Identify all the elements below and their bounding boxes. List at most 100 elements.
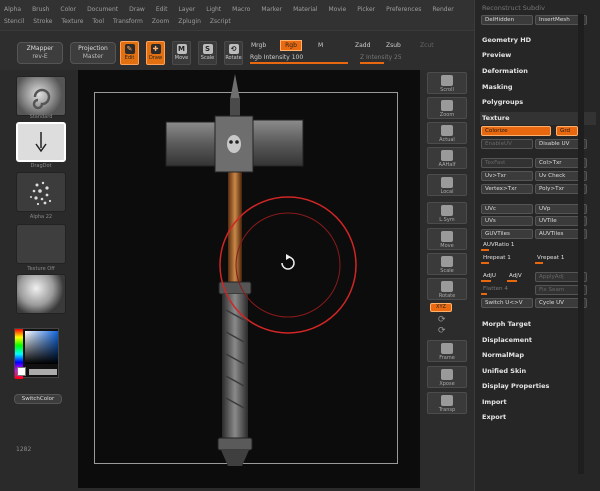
menu-draw[interactable]: Draw bbox=[129, 6, 145, 13]
hammer-model bbox=[165, 74, 357, 466]
scale-icon: S bbox=[202, 44, 213, 54]
secondary-color-swatch[interactable] bbox=[29, 369, 57, 375]
flatten-slider[interactable]: Flatten 4 bbox=[481, 285, 533, 295]
scale-view-button[interactable]: Scale bbox=[427, 253, 467, 275]
aahalf-button[interactable]: AAHalf bbox=[427, 147, 467, 169]
focal-shift-circle bbox=[235, 212, 341, 318]
lsym-label: L.Sym bbox=[439, 217, 455, 223]
skull-ornament bbox=[227, 135, 241, 153]
m-toggle[interactable]: M bbox=[318, 42, 323, 49]
menu-zscript[interactable]: Zscript bbox=[210, 18, 231, 25]
adjv-slider[interactable]: AdjV bbox=[507, 272, 531, 282]
menu-layer[interactable]: Layer bbox=[178, 6, 195, 13]
switch-color-button[interactable]: SwitchColor bbox=[14, 394, 62, 404]
zcut-toggle[interactable]: Zcut bbox=[420, 42, 434, 49]
scroll-button[interactable]: Scroll bbox=[427, 72, 467, 94]
zmapper-button[interactable]: ZMapper rev-E bbox=[17, 42, 63, 64]
top-shelf: ZMapper rev-E Projection Master ✎ Edit ✚… bbox=[0, 30, 474, 70]
brush-thumbnail[interactable] bbox=[16, 76, 66, 116]
guvtiles-button[interactable]: GUVTiles bbox=[481, 229, 533, 239]
menu-render[interactable]: Render bbox=[432, 6, 453, 13]
local-button[interactable]: Local bbox=[427, 174, 467, 196]
menu-texture[interactable]: Texture bbox=[61, 18, 83, 25]
texture-label: Texture Off bbox=[27, 266, 55, 272]
draw-icon: ✚ bbox=[150, 44, 161, 54]
menu-marker[interactable]: Marker bbox=[261, 6, 282, 13]
saturation-square[interactable] bbox=[25, 331, 58, 364]
left-tray: Standard DragDot Alpha 22 Texture Off Fa… bbox=[0, 70, 78, 491]
menu-macro[interactable]: Macro bbox=[232, 6, 250, 13]
menu-picker[interactable]: Picker bbox=[357, 6, 375, 13]
uvc-button[interactable]: UVc bbox=[481, 204, 533, 214]
frame-label: Frame bbox=[439, 355, 455, 361]
menu-color[interactable]: Color bbox=[60, 6, 76, 13]
scale-view-icon bbox=[441, 256, 453, 267]
texfast-button[interactable]: TexFast bbox=[481, 158, 533, 168]
main-color-swatch[interactable] bbox=[17, 367, 26, 376]
z-intensity-label: Z Intensity 25 bbox=[360, 54, 402, 61]
menu-zplugin[interactable]: Zplugin bbox=[178, 18, 201, 25]
rotation-axis-icon-2[interactable]: ⟳ bbox=[438, 326, 446, 336]
mrgb-toggle[interactable]: Mrgb bbox=[251, 42, 266, 49]
zadd-toggle[interactable]: Zadd bbox=[355, 42, 370, 49]
frame-button[interactable]: Frame bbox=[427, 340, 467, 362]
move-view-button[interactable]: Move bbox=[427, 228, 467, 250]
menu-zoom[interactable]: Zoom bbox=[152, 18, 169, 25]
actual-button[interactable]: Actual bbox=[427, 122, 467, 144]
menu-transform[interactable]: Transform bbox=[113, 18, 143, 25]
draw-button[interactable]: ✚ Draw bbox=[146, 41, 165, 65]
aahalf-label: AAHalf bbox=[438, 162, 456, 168]
menu-alpha[interactable]: Alpha bbox=[4, 6, 21, 13]
material-thumbnail[interactable] bbox=[16, 274, 66, 314]
menu-stencil[interactable]: Stencil bbox=[4, 18, 24, 25]
uvtotxr-button[interactable]: Uv>Txr bbox=[481, 171, 533, 181]
hrepeat-slider[interactable]: Hrepeat 1 bbox=[481, 254, 533, 264]
menu-stroke[interactable]: Stroke bbox=[33, 18, 52, 25]
menu-preferences[interactable]: Preferences bbox=[386, 6, 421, 13]
zsub-toggle[interactable]: Zsub bbox=[386, 42, 401, 49]
rotation-axis-icon[interactable]: ⟳ bbox=[438, 315, 446, 325]
menu-brush[interactable]: Brush bbox=[32, 6, 49, 13]
menu-tool[interactable]: Tool bbox=[92, 18, 104, 25]
alpha-thumbnail[interactable] bbox=[16, 172, 66, 212]
adju-slider[interactable]: AdjU bbox=[481, 272, 505, 282]
projection-master-button[interactable]: Projection Master bbox=[70, 42, 116, 64]
switch-uv-button[interactable]: Switch U<>V bbox=[481, 298, 533, 308]
xyz-toggle[interactable]: XYZ bbox=[430, 303, 452, 312]
projection-label: Projection bbox=[78, 45, 108, 52]
menu-light[interactable]: Light bbox=[206, 6, 221, 13]
hammer-grip bbox=[222, 294, 248, 440]
zoom-icon bbox=[441, 100, 453, 111]
transp-button[interactable]: Transp bbox=[427, 392, 467, 414]
rgb-intensity-label: Rgb Intensity 100 bbox=[250, 54, 304, 61]
move-button[interactable]: M Move bbox=[172, 41, 191, 65]
menu-edit[interactable]: Edit bbox=[156, 6, 168, 13]
colorize-button[interactable]: Colorize bbox=[481, 126, 551, 136]
color-picker[interactable] bbox=[14, 328, 59, 379]
texture-thumbnail[interactable] bbox=[16, 224, 66, 264]
rgb-toggle[interactable]: Rgb bbox=[280, 40, 302, 51]
delhidden-button[interactable]: DelHidden bbox=[481, 15, 533, 25]
uvs-button[interactable]: UVs bbox=[481, 216, 533, 226]
menu-material[interactable]: Material bbox=[293, 6, 317, 13]
menu-movie[interactable]: Movie bbox=[328, 6, 346, 13]
auvratio-slider[interactable]: AUVRatio 1 bbox=[481, 241, 533, 251]
scale-button[interactable]: S Scale bbox=[198, 41, 217, 65]
stroke-thumbnail[interactable] bbox=[16, 122, 66, 162]
menu-document[interactable]: Document bbox=[87, 6, 118, 13]
menu-row-1: Alpha Brush Color Document Draw Edit Lay… bbox=[4, 3, 470, 15]
lsym-button[interactable]: L.Sym bbox=[427, 202, 467, 224]
rotate-view-button[interactable]: Rotate bbox=[427, 278, 467, 300]
document-canvas[interactable] bbox=[78, 70, 420, 488]
local-icon bbox=[441, 177, 453, 188]
rgb-intensity-slider[interactable]: Rgb Intensity 100 bbox=[250, 54, 348, 64]
zoom-button[interactable]: Zoom bbox=[427, 97, 467, 119]
xpose-button[interactable]: Xpose bbox=[427, 366, 467, 388]
vertextotxr-button[interactable]: Vertex>Txr bbox=[481, 184, 533, 194]
enableuv-button[interactable]: EnableUV bbox=[481, 139, 533, 149]
palette-scrollbar[interactable] bbox=[578, 14, 584, 474]
z-intensity-slider[interactable]: Z Intensity 25 bbox=[360, 54, 455, 64]
edit-button[interactable]: ✎ Edit bbox=[120, 41, 139, 65]
rotate-button[interactable]: ⟲ Rotate bbox=[224, 41, 243, 65]
grd-button[interactable]: Grd bbox=[556, 126, 578, 136]
